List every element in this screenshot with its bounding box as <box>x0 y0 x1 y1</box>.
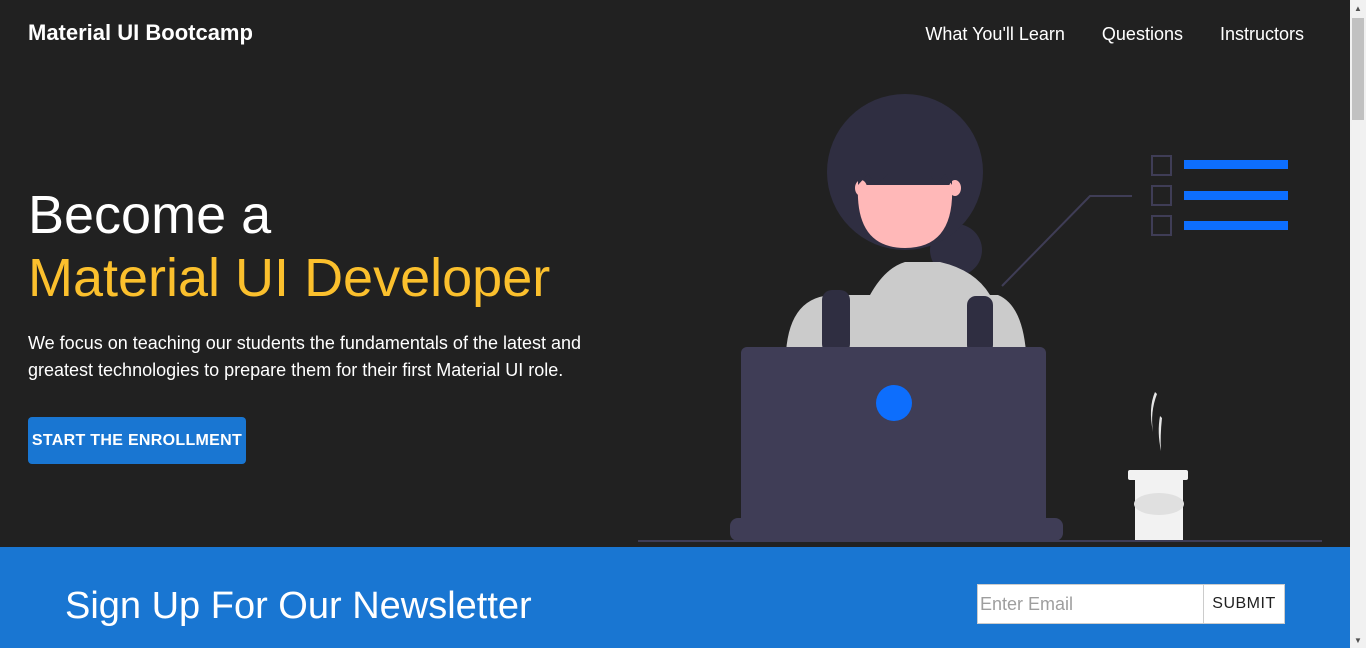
scroll-up-arrow-icon[interactable]: ▲ <box>1350 0 1366 16</box>
nav-link-instructors[interactable]: Instructors <box>1220 24 1304 45</box>
start-enrollment-button[interactable]: START THE ENROLLMENT <box>28 417 246 464</box>
nav-links: What You'll Learn Questions Instructors <box>925 24 1304 45</box>
hero-title-line1: Become a <box>28 185 272 245</box>
scroll-down-arrow-icon[interactable]: ▼ <box>1350 632 1366 648</box>
navbar: Material UI Bootcamp What You'll Learn Q… <box>0 0 1350 70</box>
nav-link-questions[interactable]: Questions <box>1102 24 1183 45</box>
brand-logo[interactable]: Material UI Bootcamp <box>28 20 253 46</box>
scrollbar-thumb[interactable] <box>1352 18 1364 120</box>
hero-title-line2: Material UI Developer <box>28 248 551 308</box>
nav-link-what-youll-learn[interactable]: What You'll Learn <box>925 24 1065 45</box>
submit-button[interactable]: SUBMIT <box>1203 584 1285 624</box>
page: Material UI Bootcamp What You'll Learn Q… <box>0 0 1350 648</box>
vertical-scrollbar[interactable]: ▲ ▼ <box>1350 0 1366 648</box>
hero-description: We focus on teaching our students the fu… <box>28 333 582 380</box>
developer-at-laptop-illustration <box>638 94 1322 542</box>
newsletter-section: Sign Up For Our Newsletter SUBMIT <box>0 547 1350 648</box>
newsletter-title: Sign Up For Our Newsletter <box>65 585 532 627</box>
email-input[interactable] <box>977 584 1204 624</box>
